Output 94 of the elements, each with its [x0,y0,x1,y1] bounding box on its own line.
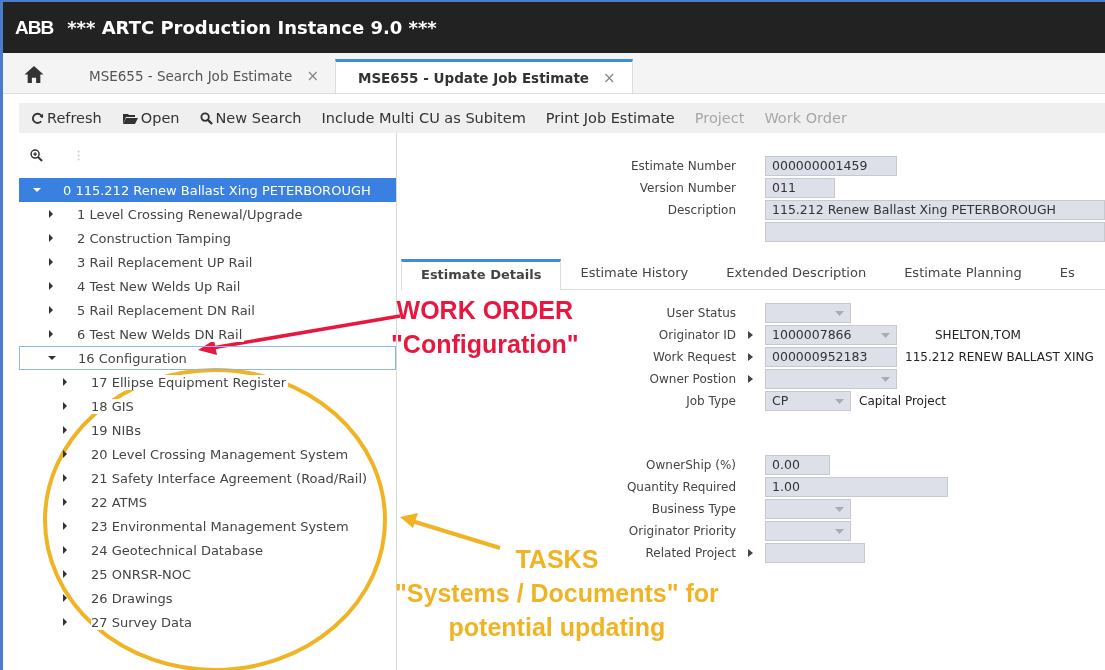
dropdown-field[interactable]: 1000007866 [765,325,897,345]
caret-right-icon[interactable] [61,570,69,578]
field-label: Job Type [686,394,736,408]
dropdown-field[interactable] [765,521,851,541]
tree-item[interactable]: 27 Survey Data [19,610,396,634]
field-label: User Status [666,306,736,320]
caret-right-icon[interactable] [61,474,69,482]
caret-right-icon[interactable] [61,378,69,386]
field-label: Business Type [651,502,736,516]
tab[interactable]: Es [1040,259,1094,289]
tree-item[interactable]: 3 Rail Replacement UP Rail [19,250,396,274]
tree-item[interactable]: 18 GIS [19,394,396,418]
field-note: SHELTON,TOM [935,328,1021,342]
tree-item[interactable]: 24 Geotechnical Database [19,538,396,562]
field-label: Originator Priority [628,524,736,538]
field-label: OwnerShip (%) [646,458,736,472]
tab[interactable]: Estimate History [561,259,708,289]
text-field[interactable]: 115.212 Renew Ballast Xing PETERBOROUGH [765,200,1105,220]
field-note: 115.212 RENEW BALLAST XING [905,350,1094,364]
tree-item[interactable]: 0 115.212 Renew Ballast Xing PETERBOROUGH [19,178,396,202]
field-label: Originator ID [658,328,736,342]
toolbar-button[interactable]: Include Multi CU as Subitem [315,108,532,128]
tree-item[interactable]: 17 Ellipse Equipment Register [19,370,396,394]
annotation-text: WORK ORDER [396,295,573,326]
tree-item[interactable]: 5 Rail Replacement DN Rail [19,298,396,322]
caret-right-icon[interactable] [61,498,69,506]
tab[interactable]: Estimate Details [401,259,562,290]
dropdown-field[interactable] [765,303,851,323]
zoom-in-icon[interactable] [30,148,43,162]
text-field[interactable]: 0.00 [765,455,830,475]
tree-item[interactable]: 1 Level Crossing Renewal/Upgrade [19,202,396,226]
text-field[interactable]: 000000001459 [765,156,897,176]
tree-item[interactable]: 16 Configuration [19,346,396,370]
caret-right-icon[interactable] [47,258,55,266]
dropdown-field[interactable] [765,369,897,389]
caret-right-icon[interactable] [47,306,55,314]
field-label: Quantity Required [626,480,736,494]
text-field[interactable]: 011 [765,178,835,198]
dropdown-field[interactable]: CP [765,391,851,411]
toolbar-button[interactable]: Print Job Estimate [539,108,681,128]
logo: ABB [15,16,54,39]
annotation-text: "Systems / Documents" for [395,578,719,609]
caret-right-icon[interactable] [47,210,55,218]
caret-right-icon[interactable] [748,331,753,339]
field-label: Owner Postion [649,372,736,386]
toolbar-button[interactable]: Refresh [25,108,108,128]
tab[interactable]: Estimate Planning [885,259,1041,289]
annotation-text: potential updating [448,612,666,643]
tree-item[interactable]: 25 ONRSR-NOC [19,562,396,586]
window-title: *** ARTC Production Instance 9.0 *** [67,17,437,38]
field-label: Version Number [639,181,736,195]
caret-right-icon[interactable] [61,402,69,410]
toolbar-button[interactable]: Open [115,108,186,128]
caret-right-icon[interactable] [61,618,69,626]
field-label: Related Project [645,546,736,560]
tab[interactable]: Extended Description [707,259,886,289]
text-field[interactable]: 000000952183 [765,347,897,367]
text-field[interactable] [765,543,865,563]
caret-right-icon[interactable] [748,375,753,383]
tree-item[interactable]: 2 Construction Tamping [19,226,396,250]
folder-icon [121,111,138,125]
tree-item[interactable]: 19 NIBs [19,418,396,442]
toolbar-button[interactable]: New Search [193,108,308,128]
field-label: Estimate Number [630,159,736,173]
caret-right-icon[interactable] [61,546,69,554]
caret-right-icon[interactable] [61,426,69,434]
tree-item[interactable]: 23 Environmental Management System [19,514,396,538]
caret-right-icon[interactable] [47,330,55,338]
text-field[interactable]: 1.00 [765,477,948,497]
tree-item[interactable]: 20 Level Crossing Management System [19,442,396,466]
caret-right-icon[interactable] [47,234,55,242]
search-icon [199,111,213,125]
field-label: Work Request [653,350,736,364]
caret-right-icon[interactable] [61,450,69,458]
annotation-text: TASKS [515,544,599,575]
caret-right-icon[interactable] [47,282,55,290]
refresh-icon [31,111,44,125]
tree-item[interactable]: 4 Test New Welds Up Rail [19,274,396,298]
tree-item[interactable]: 26 Drawings [19,586,396,610]
dropdown-field[interactable] [765,499,851,519]
caret-right-icon[interactable] [748,353,753,361]
home-icon[interactable] [23,65,45,84]
tab[interactable]: MSE655 - Search Job Estimate × [67,59,335,93]
field-note: Capital Project [859,394,946,408]
caret-right-icon[interactable] [61,594,69,602]
tree-item[interactable]: 22 ATMS [19,490,396,514]
caret-right-icon[interactable] [748,549,753,557]
tree-item[interactable]: 21 Safety Interface Agreement (Road/Rail) [19,466,396,490]
caret-right-icon[interactable] [61,522,69,530]
field-label: Description [667,203,736,217]
close-icon[interactable]: × [603,68,616,87]
tab[interactable]: MSE655 - Update Job Estimate × [334,59,633,93]
text-field[interactable] [765,222,1105,242]
caret-down-icon[interactable] [48,354,56,362]
